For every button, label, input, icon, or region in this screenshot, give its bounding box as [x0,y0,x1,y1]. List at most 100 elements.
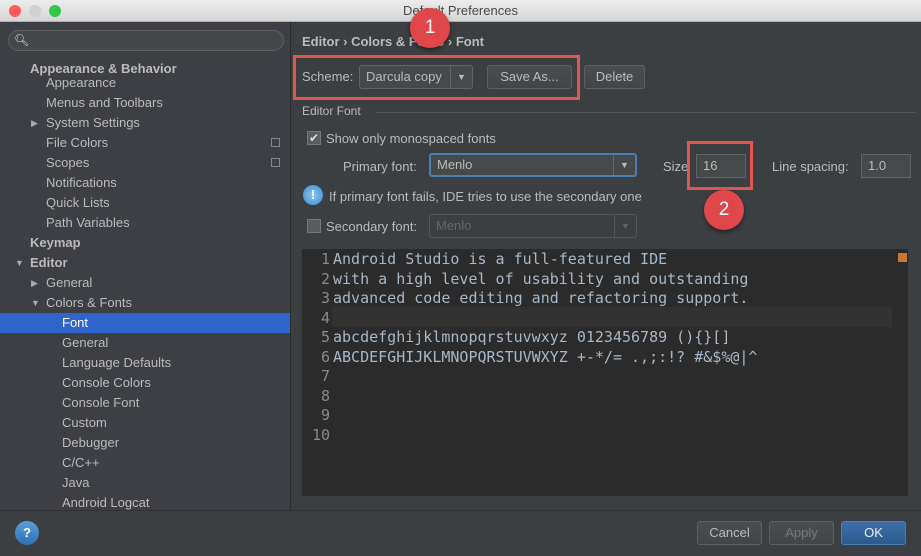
line-number: 2 [320,269,330,288]
line-number: 4 [320,308,330,327]
sidebar-item-label: General [62,335,109,350]
code-line: advanced code editing and refactoring su… [333,289,749,307]
sidebar-item[interactable]: Appearance [0,73,290,93]
current-line-highlight [332,307,892,327]
size-label: Size [663,159,689,174]
section-divider [376,112,916,113]
sidebar-item-label: Notifications [46,175,117,190]
sidebar-item-label: Path Variables [46,215,130,230]
sidebar-item[interactable]: ▶ General [0,273,290,293]
sidebar-item-label: Editor [30,255,68,270]
line-number: 6 [320,347,330,366]
annotation-badge-2: 2 [704,190,744,230]
minimize-button[interactable] [29,5,41,17]
copy-icon [271,158,280,167]
sidebar-item[interactable]: C/C++ [0,453,290,473]
sidebar-item-label: Language Defaults [62,355,172,370]
apply-button[interactable]: Apply [769,521,834,545]
sidebar-item[interactable]: Debugger [0,433,290,453]
sidebar-item-label: C/C++ [62,455,100,470]
sidebar-item[interactable]: Menus and Toolbars [0,93,290,113]
sidebar-item-label: Font [62,315,89,330]
sidebar-item[interactable]: ▼ Editor [0,253,290,273]
search-input[interactable]: 🔍︎ [8,30,284,51]
code-line: with a high level of usability and outst… [333,269,749,288]
monospace-checkbox[interactable]: ✔ [307,131,321,145]
sidebar-item-label: Custom [62,415,107,430]
annotation-box-1 [293,55,580,100]
code-line: Android Studio is a full-featured IDE [333,250,668,268]
annotation-box-2 [687,141,753,190]
secondary-font-label: Secondary font: [326,219,418,234]
primary-font-dropdown[interactable]: Menlo ▼ [429,153,637,177]
zoom-button[interactable] [49,5,61,17]
line-spacing-label: Line spacing: [772,159,849,174]
sidebar-item[interactable]: Custom [0,413,290,433]
sidebar-item-label: Colors & Fonts [46,295,132,310]
dialog-footer: ? Cancel Apply OK [0,510,921,556]
sidebar-item[interactable]: ▼ Colors & Fonts [0,293,290,313]
ok-button[interactable]: OK [841,521,906,545]
sidebar-item[interactable]: Quick Lists [0,193,290,213]
line-number: 3 [320,289,330,307]
sidebar-item-label: Java [62,475,90,490]
breadcrumb: Editor › Colors & Fonts › Font [302,34,484,49]
line-number: 1 [320,250,330,268]
line-number: 7 [320,367,330,385]
primary-font-label: Primary font: [343,159,417,174]
sidebar-item-label: Quick Lists [46,195,110,210]
section-title: Editor Font [302,104,361,118]
chevron-down-icon[interactable]: ▼ [31,293,40,313]
copy-icon [271,138,280,147]
title-bar: Default Preferences [0,0,921,22]
sidebar-item-label: Appearance [46,75,117,90]
secondary-font-dropdown[interactable]: Menlo ▼ [429,214,637,238]
sidebar-item-label: Console Colors [62,375,151,390]
sidebar-item[interactable]: Console Font [0,393,290,413]
delete-button[interactable]: Delete [584,65,645,89]
code-line: abcdefghijklmnopqrstuvwxyz 0123456789 ()… [333,328,731,346]
line-number: 9 [320,406,330,424]
annotation-badge-1: 1 [410,8,450,48]
settings-sidebar: 🔍︎ Appearance & Behavior Appearance Menus … [0,22,291,510]
line-number: 5 [320,328,330,346]
sidebar-item[interactable]: ▶ System Settings [0,113,290,133]
line-number: 8 [320,386,330,405]
chevron-down-icon: ▼ [614,215,636,237]
sidebar-item[interactable]: Path Variables [0,213,290,233]
sidebar-item[interactable]: Java [0,473,290,493]
sidebar-item[interactable]: General [0,333,290,353]
line-number: 10 [311,425,330,444]
line-spacing-input[interactable]: 1.0 [861,154,911,178]
sidebar-item[interactable]: Keymap [0,233,290,253]
sidebar-item-label: Scopes [46,155,90,170]
info-icon: ! [303,185,323,205]
monospace-label: Show only monospaced fonts [326,131,496,146]
sidebar-item-label: Keymap [30,235,81,250]
chevron-right-icon[interactable]: ▶ [31,273,38,293]
chevron-down-icon[interactable]: ▼ [15,253,24,273]
sidebar-item-label: General [46,275,93,290]
sidebar-item[interactable]: Scopes [0,153,290,173]
font-preview-editor[interactable]: 1 Android Studio is a full-featured IDE 2 w… [302,249,908,496]
sidebar-item-label: Menus and Toolbars [46,95,163,110]
help-button[interactable]: ? [15,521,39,545]
sidebar-item[interactable]: Font [0,313,290,333]
sidebar-item[interactable]: Notifications [0,173,290,193]
primary-font-value: Menlo [437,157,473,172]
secondary-font-value: Menlo [436,218,472,233]
close-button[interactable] [9,5,21,17]
sidebar-item-label: File Colors [46,135,109,150]
chevron-down-icon: ▼ [613,155,635,175]
cancel-button[interactable]: Cancel [697,521,762,545]
sidebar-item-label: Console Font [62,395,140,410]
error-stripe-marker [898,253,907,262]
chevron-right-icon[interactable]: ▶ [31,113,38,133]
secondary-font-checkbox[interactable] [307,219,321,233]
sidebar-item[interactable]: Android Logcat [0,493,290,510]
sidebar-item[interactable]: File Colors [0,133,290,153]
sidebar-item-label: Android Logcat [62,495,150,510]
sidebar-item[interactable]: Language Defaults [0,353,290,373]
sidebar-item-label: System Settings [46,115,140,130]
sidebar-item[interactable]: Console Colors [0,373,290,393]
